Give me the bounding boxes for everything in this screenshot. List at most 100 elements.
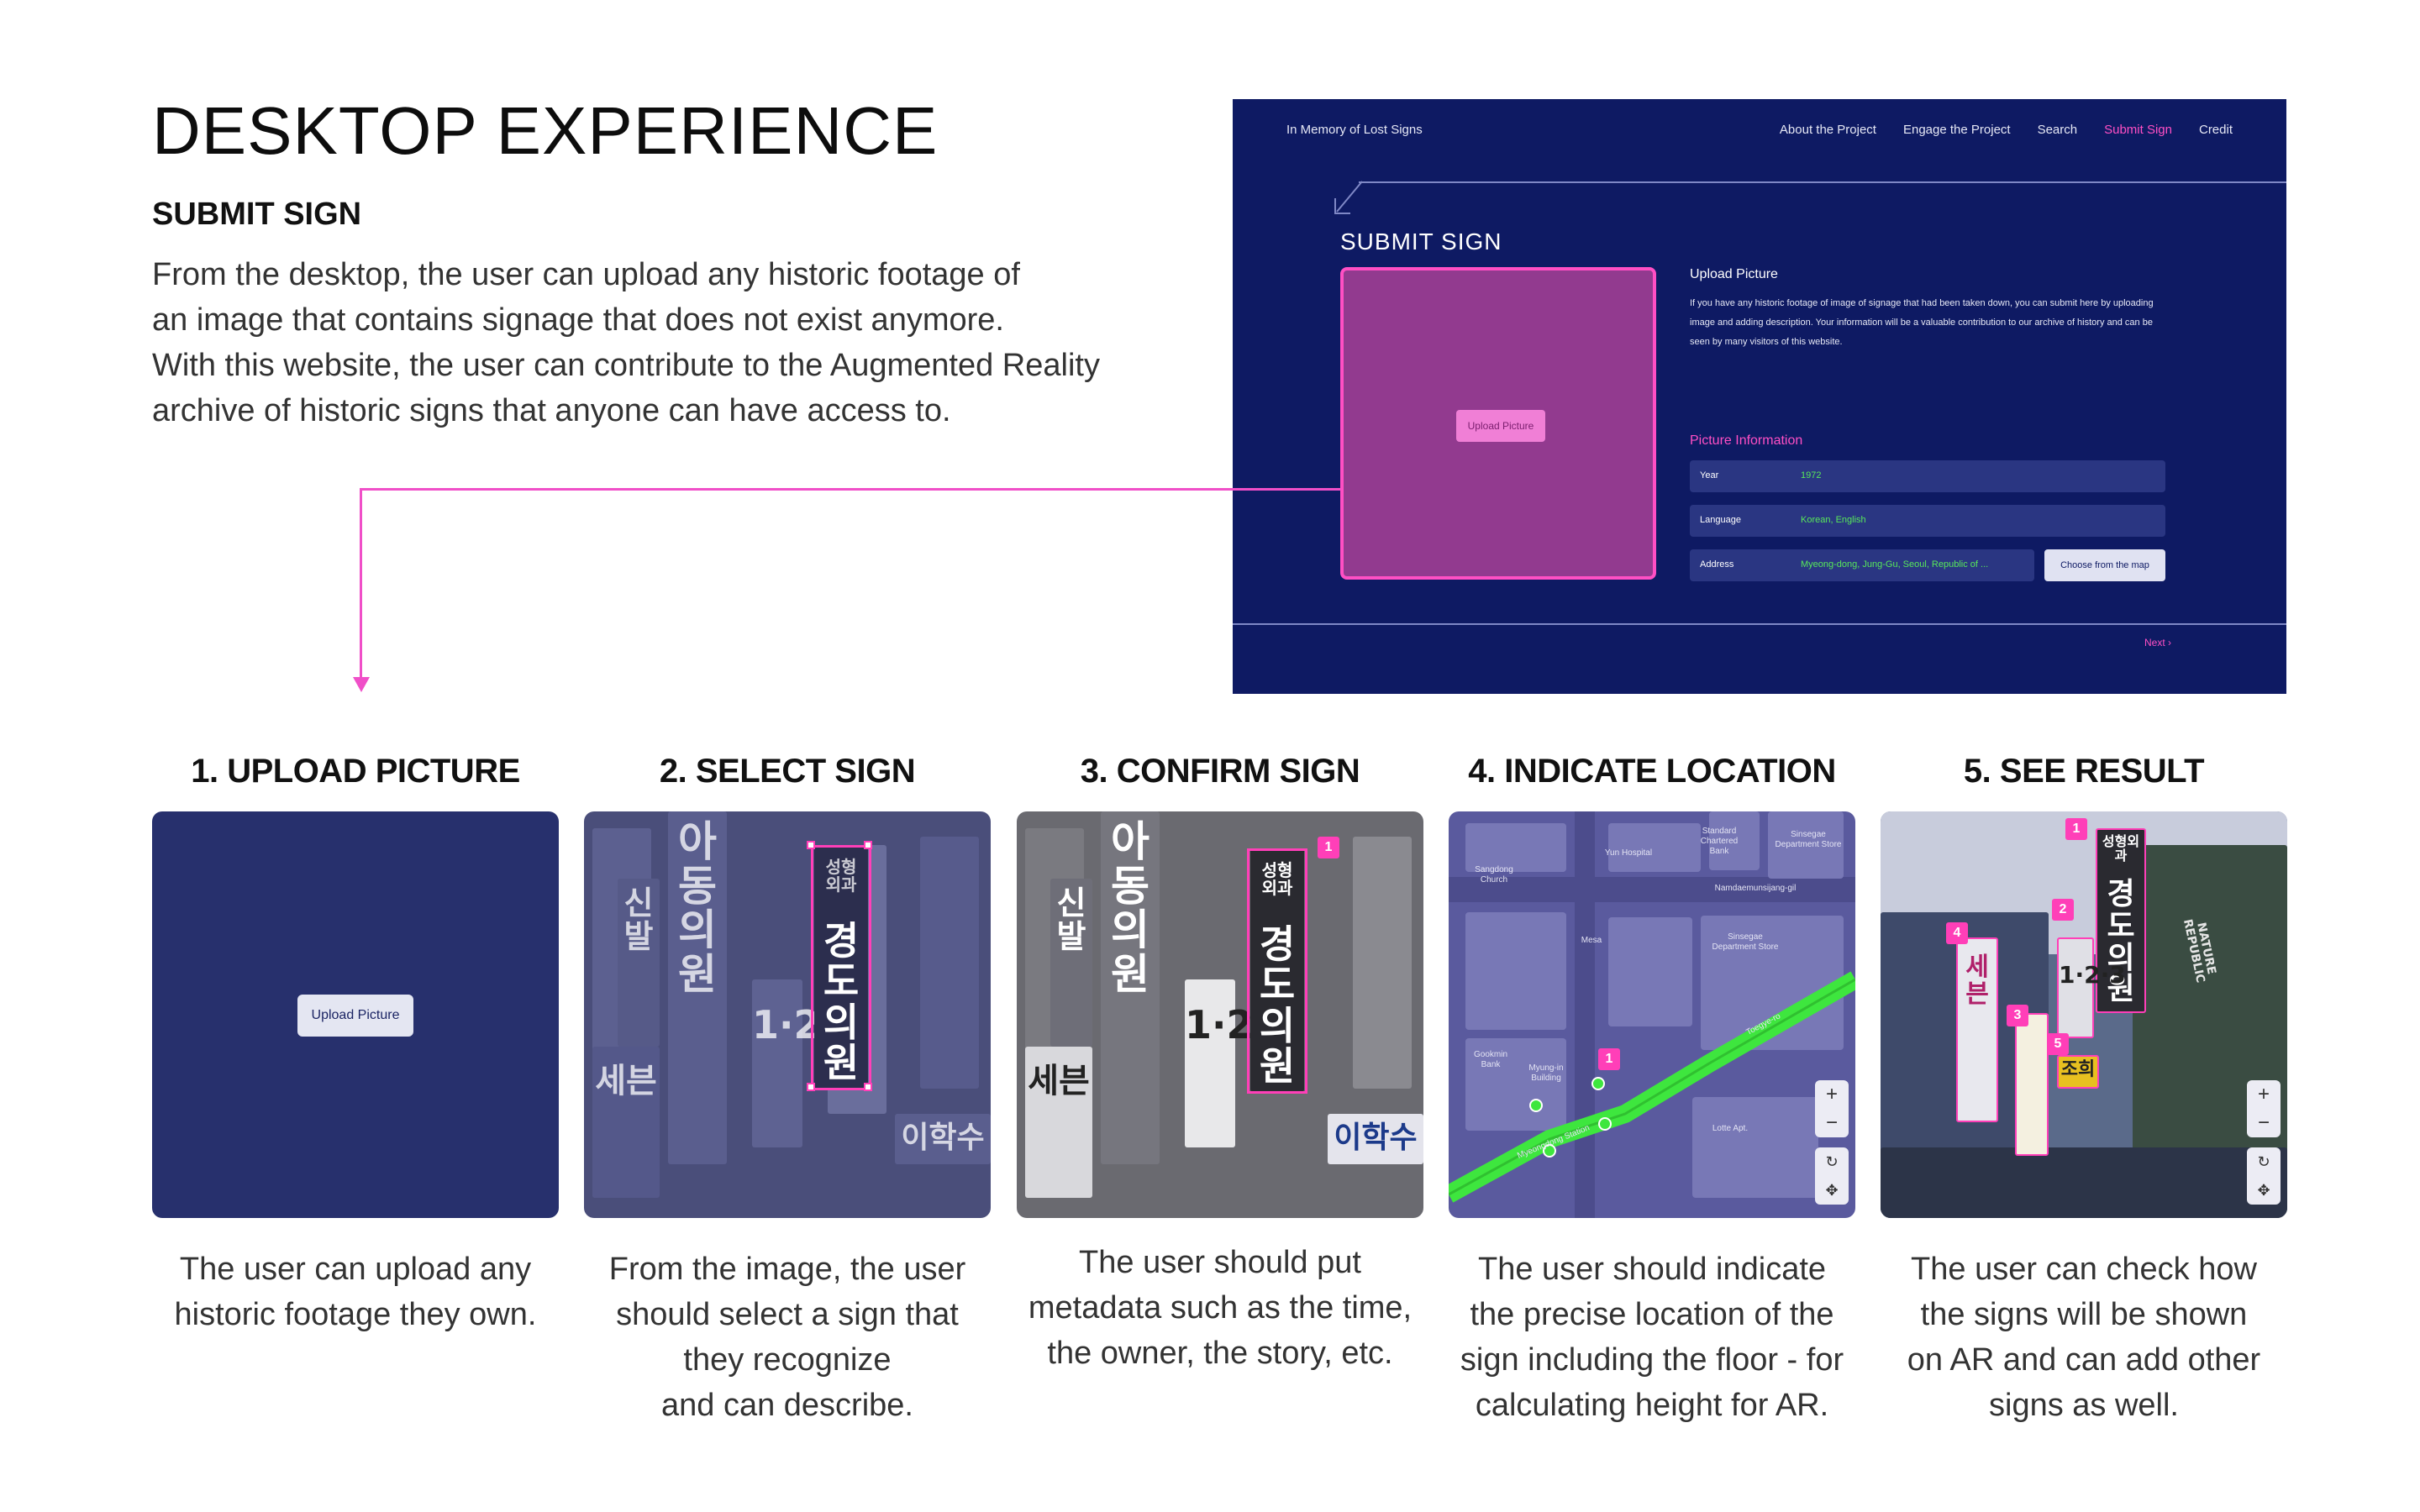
step-1-description: The user can upload any historic footage…	[152, 1247, 559, 1337]
desc-line: an image that contains signage that does…	[152, 302, 1004, 338]
arrow-down-icon	[353, 677, 370, 692]
sign-text: 세븐	[1028, 1062, 1090, 1100]
sign-number-badge: 1	[1318, 837, 1339, 858]
intro-description: From the desktop, the user can upload an…	[152, 252, 1160, 433]
upload-picture-button[interactable]: Upload Picture	[1456, 410, 1545, 442]
sign-text-small: 성형외과	[2102, 833, 2140, 864]
nav-submit-sign[interactable]: Submit Sign	[2104, 123, 2172, 137]
selection-handle[interactable]	[807, 1083, 815, 1091]
selection-handle[interactable]	[807, 841, 815, 849]
desc-line: From the image, the user	[608, 1252, 966, 1287]
map-label: Lotte Apt.	[1712, 1124, 1749, 1133]
map-label: Gookmin Bank	[1473, 1050, 1507, 1069]
step-2-card: 아동의원 신발 1·2·3 세븐 이학수 성형외과 경도의원	[584, 811, 991, 1218]
desc-line: calculating height for AR.	[1475, 1388, 1829, 1423]
address-field[interactable]: Address Myeong-dong, Jung-Gu, Seoul, Rep…	[1690, 549, 2034, 581]
zoom-in-button[interactable]: +	[2258, 1080, 2270, 1109]
map-label: Sinsegae Department Store	[1775, 830, 1842, 849]
sign-text: 1·2·3	[752, 1002, 862, 1047]
sign-block	[1353, 837, 1412, 1089]
next-link[interactable]: Next ›	[2144, 637, 2171, 648]
desc-line: From the desktop, the user can upload an…	[152, 257, 1020, 292]
desc-line: The user can upload any	[179, 1252, 532, 1287]
zoom-in-button[interactable]: +	[1826, 1080, 1838, 1109]
nav-engage[interactable]: Engage the Project	[1903, 123, 2011, 137]
sign-text: 세븐	[1965, 953, 1989, 1009]
mockup-page-title: SUBMIT SIGN	[1340, 228, 1502, 255]
sign-text: 아동의원	[1111, 817, 1150, 999]
upload-heading: Upload Picture	[1690, 267, 1778, 281]
map-label: Sangdong Church	[1475, 865, 1513, 885]
map-label: Myung-in Building	[1528, 1063, 1564, 1083]
street-crowd	[1881, 1147, 2287, 1218]
divider	[1233, 623, 2286, 625]
zoom-control: + −	[1815, 1080, 1849, 1137]
desc-line: sign including the floor - for	[1460, 1342, 1844, 1378]
desc-line: the owner, the story, etc.	[1047, 1336, 1393, 1371]
upload-dropzone[interactable]: Upload Picture	[1340, 267, 1656, 580]
desc-line: the precise location of the	[1470, 1297, 1834, 1332]
sign-number-badge: 3	[2007, 1005, 2028, 1026]
field-value: 1972	[1801, 470, 1822, 480]
choose-from-map-button[interactable]: Choose from the map	[2044, 549, 2165, 581]
step-2-description: From the image, the user should select a…	[584, 1247, 991, 1428]
move-icon[interactable]: ✥	[1825, 1176, 1838, 1205]
rotate-icon[interactable]: ↻	[2257, 1147, 2270, 1176]
confirmed-sign-outline[interactable]	[1247, 848, 1307, 1094]
desc-line: should select a sign that	[616, 1297, 959, 1332]
step-4-description: The user should indicate the precise loc…	[1449, 1247, 1855, 1428]
map-label: Standard Chartered Bank	[1700, 827, 1739, 856]
field-label: Year	[1700, 470, 1719, 480]
nav-credit[interactable]: Credit	[2199, 123, 2233, 137]
nav-search[interactable]: Search	[2038, 123, 2078, 137]
field-label: Address	[1700, 559, 1734, 570]
selection-handle[interactable]	[864, 841, 872, 849]
step-3-card: 아동의원 신발 1·2·3 세븐 이학수 성형외과 경도의원 1	[1017, 811, 1423, 1218]
desc-line: they recognize	[683, 1342, 892, 1378]
step-5-title: 5. SEE RESULT	[1963, 753, 2205, 790]
nav-about[interactable]: About the Project	[1780, 123, 1876, 137]
move-icon[interactable]: ✥	[2257, 1176, 2270, 1205]
connector-line	[360, 488, 362, 680]
sign-text: 조희	[2060, 1059, 2096, 1080]
ar-tools: ↻ ✥	[2247, 1147, 2281, 1205]
desc-line: With this website, the user can contribu…	[152, 348, 1100, 383]
step-4-title: 4. INDICATE LOCATION	[1468, 753, 1836, 790]
picture-info-heading: Picture Information	[1690, 433, 1803, 448]
location-pin[interactable]: 1	[1598, 1048, 1620, 1070]
map-label: Namdaemunsijang-gil	[1714, 884, 1797, 893]
step-4-card: Sangdong Church Yun Hospital Standard Ch…	[1449, 811, 1855, 1218]
desc-line: archive of historic signs that anyone ca…	[152, 393, 951, 428]
step-3-description: The user should put metadata such as the…	[1017, 1240, 1423, 1376]
sign-text: 1·2·3	[2059, 961, 2126, 989]
desc-line: The user should put	[1079, 1245, 1361, 1280]
site-nav: About the Project Engage the Project Sea…	[1780, 123, 2233, 137]
sign-block	[920, 837, 979, 1089]
sign-text: 신발	[1056, 885, 1086, 955]
zoom-out-button[interactable]: −	[2258, 1109, 2270, 1137]
sign-number-badge: 1	[2065, 818, 2087, 840]
desc-line: and can describe.	[661, 1388, 913, 1423]
desc-line: metadata such as the time,	[1028, 1290, 1413, 1326]
language-field[interactable]: Language Korean, English	[1690, 505, 2165, 537]
connector-line	[360, 488, 1341, 491]
desc-line: the signs will be shown	[1920, 1297, 2248, 1332]
step-1-title: 1. UPLOAD PICTURE	[191, 753, 520, 790]
upload-picture-button[interactable]: Upload Picture	[297, 995, 413, 1037]
ar-sign[interactable]	[2015, 1013, 2049, 1156]
sign-text: 이학수	[1334, 1121, 1418, 1155]
zoom-out-button[interactable]: −	[1826, 1109, 1838, 1137]
selection-handle[interactable]	[864, 1083, 872, 1091]
field-value: Myeong-dong, Jung-Gu, Seoul, Republic of…	[1801, 559, 1989, 570]
year-field[interactable]: Year 1972	[1690, 460, 2165, 492]
rotate-icon[interactable]: ↻	[1825, 1147, 1838, 1176]
site-brand[interactable]: In Memory of Lost Signs	[1286, 123, 1423, 137]
back-arrow-icon[interactable]	[1332, 180, 1365, 217]
selection-box[interactable]	[811, 845, 871, 1090]
map-label: Sinsegae Department Store	[1712, 932, 1779, 952]
divider	[1359, 181, 2286, 183]
sign-number-badge: 4	[1946, 922, 1968, 944]
desc-line: The user should indicate	[1477, 1252, 1827, 1287]
step-2-title: 2. SELECT SIGN	[659, 753, 916, 790]
page-title: DESKTOP EXPERIENCE	[152, 93, 939, 168]
